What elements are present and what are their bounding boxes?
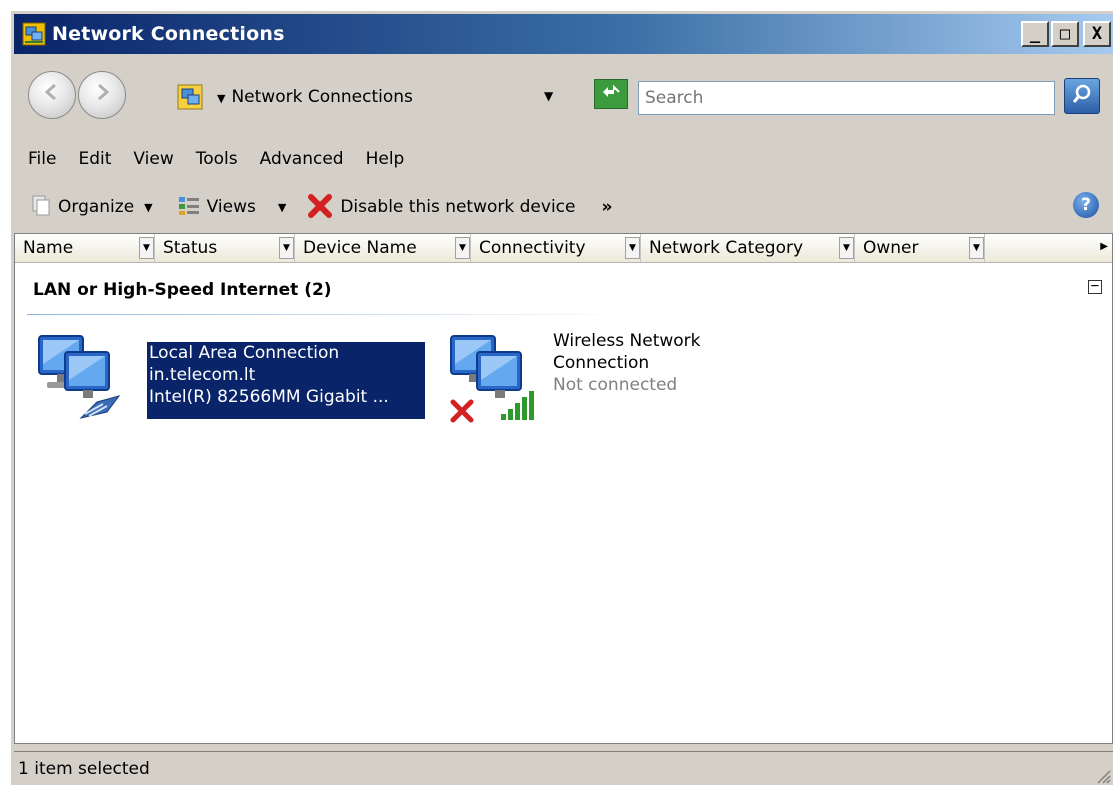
wireless-item-text: Wireless Network Connection Not connecte…: [553, 330, 753, 396]
wireless-connection-status: Not connected: [553, 375, 678, 395]
views-label: Views: [206, 197, 256, 217]
menu-advanced[interactable]: Advanced: [260, 149, 344, 169]
search-button[interactable]: [1064, 78, 1100, 114]
forward-button[interactable]: [78, 71, 126, 119]
help-icon: ?: [1081, 195, 1091, 215]
connections-list-view[interactable]: Name ▼ Status ▼ Device Name ▼ Connectivi…: [14, 233, 1113, 744]
column-header-status-label: Status: [163, 238, 218, 258]
column-header-owner[interactable]: Owner ▼: [855, 234, 985, 262]
scroll-right-arrow-icon[interactable]: ▶: [1100, 241, 1108, 252]
minimize-button[interactable]: _: [1021, 21, 1049, 47]
disconnected-x-icon: [447, 396, 477, 431]
window-title: Network Connections: [52, 23, 285, 45]
column-header-name[interactable]: Name ▼: [15, 234, 155, 262]
minimize-icon: _: [1029, 24, 1041, 44]
column-header-owner-label: Owner: [863, 238, 919, 258]
close-button[interactable]: X: [1083, 21, 1111, 47]
maximize-icon: □: [1059, 24, 1071, 44]
wireless-connection-name-line1: Wireless Network: [553, 331, 701, 351]
address-bar: ▼ Network Connections ▼: [14, 61, 1113, 137]
breadcrumb-arrow-icon: ▼: [217, 92, 226, 105]
network-connections-icon: [22, 22, 46, 46]
window-controls: _ □ X: [1021, 21, 1111, 47]
forward-arrow-icon: [91, 80, 113, 110]
menu-edit[interactable]: Edit: [78, 149, 111, 169]
lan-connection-network: in.telecom.lt: [149, 365, 256, 385]
views-icon: [177, 194, 201, 221]
column-header-device-name[interactable]: Device Name ▼: [295, 234, 471, 262]
disable-network-device-button[interactable]: Disable this network device: [306, 192, 575, 222]
maximize-button[interactable]: □: [1051, 21, 1079, 47]
lan-connection-name: Local Area Connection: [149, 343, 340, 363]
title-bar[interactable]: Network Connections _ □ X: [14, 14, 1113, 54]
lan-item-text: Local Area Connection in.telecom.lt Inte…: [147, 342, 425, 419]
column-header-network-category[interactable]: Network Category ▼: [641, 234, 855, 262]
menu-view[interactable]: View: [133, 149, 173, 169]
back-arrow-icon: [41, 80, 63, 110]
column-header-connectivity[interactable]: Connectivity ▼: [471, 234, 641, 262]
group-header-lan[interactable]: LAN or High-Speed Internet (2): [33, 280, 332, 300]
lan-computers-icon: [33, 330, 129, 431]
address-combo[interactable]: ▼ Network Connections: [169, 79, 589, 115]
connection-item-wireless[interactable]: Wireless Network Connection Not connecte…: [445, 330, 745, 430]
network-folder-icon: [177, 84, 203, 110]
views-dropdown-icon: ▼: [277, 200, 287, 214]
column-header-network-category-label: Network Category: [649, 238, 804, 258]
lan-connection-device: Intel(R) 82566MM Gigabit ...: [149, 387, 389, 407]
connection-item-local-area[interactable]: Local Area Connection in.telecom.lt Inte…: [33, 330, 425, 431]
refresh-icon: [600, 83, 622, 106]
organize-icon: [30, 194, 52, 221]
column-device-name-dropdown-icon[interactable]: ▼: [455, 237, 470, 259]
disable-label: Disable this network device: [340, 197, 576, 217]
address-dropdown-icon[interactable]: ▼: [544, 89, 553, 103]
refresh-button[interactable]: [594, 79, 628, 109]
status-text: 1 item selected: [18, 759, 150, 779]
address-path: ▼ Network Connections: [217, 87, 413, 107]
help-button[interactable]: ?: [1073, 192, 1099, 218]
network-connections-window: Network Connections _ □ X ▼ Network Conn…: [10, 10, 1113, 785]
column-owner-dropdown-icon[interactable]: ▼: [969, 237, 984, 259]
column-header-connectivity-label: Connectivity: [479, 238, 586, 258]
disable-x-icon: [306, 190, 336, 225]
column-header-status[interactable]: Status ▼: [155, 234, 295, 262]
column-header-device-name-label: Device Name: [303, 238, 417, 258]
menu-tools[interactable]: Tools: [196, 149, 238, 169]
wireless-connection-name-line2: Connection: [553, 353, 650, 373]
column-name-dropdown-icon[interactable]: ▼: [139, 237, 154, 259]
column-headers: Name ▼ Status ▼ Device Name ▼ Connectivi…: [15, 234, 1112, 263]
group-collapse-icon[interactable]: −: [1088, 279, 1102, 294]
organize-label: Organize: [58, 197, 135, 217]
organize-dropdown-icon: ▼: [144, 200, 153, 214]
menu-file[interactable]: File: [28, 149, 56, 169]
address-path-label: Network Connections: [231, 87, 413, 107]
toolbar-overflow-chevron[interactable]: »: [601, 192, 612, 222]
menu-bar: File Edit View Tools Advanced Help: [14, 143, 1113, 175]
column-status-dropdown-icon[interactable]: ▼: [279, 237, 294, 259]
search-input[interactable]: [638, 81, 1055, 115]
views-button[interactable]: Views ▼: [177, 192, 287, 222]
organize-button[interactable]: Organize ▼: [30, 192, 153, 222]
close-icon: X: [1091, 24, 1103, 44]
group-divider: [27, 314, 637, 315]
column-connectivity-dropdown-icon[interactable]: ▼: [625, 237, 640, 259]
column-header-empty: [985, 234, 1112, 262]
column-network-category-dropdown-icon[interactable]: ▼: [839, 237, 854, 259]
status-bar: 1 item selected: [14, 751, 1113, 786]
back-button[interactable]: [28, 71, 76, 119]
search-icon: [1071, 83, 1093, 110]
command-toolbar: Organize ▼ Views ▼ Disable this network …: [14, 187, 1113, 227]
menu-help[interactable]: Help: [366, 149, 405, 169]
resize-grip-icon[interactable]: [1095, 768, 1111, 784]
column-header-name-label: Name: [23, 238, 74, 258]
